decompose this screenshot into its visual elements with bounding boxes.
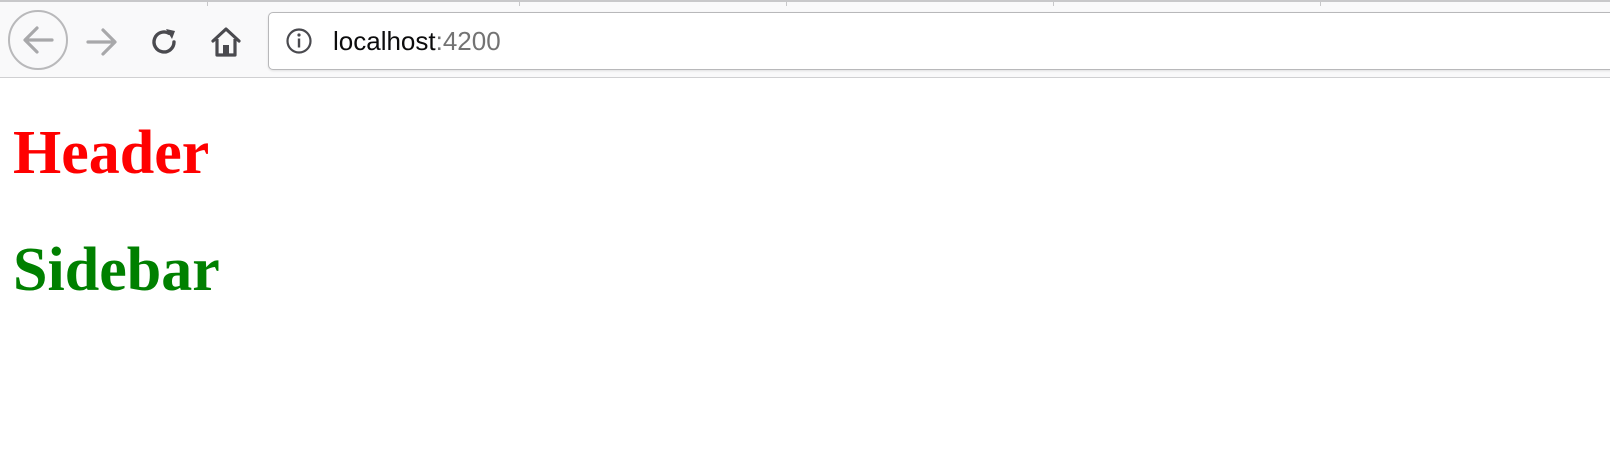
tab-divider bbox=[1320, 2, 1321, 6]
arrow-left-icon bbox=[23, 26, 54, 54]
home-button[interactable] bbox=[204, 20, 248, 64]
tab-divider bbox=[1053, 2, 1054, 6]
tab-divider bbox=[207, 2, 208, 6]
tab-strip-edge bbox=[0, 2, 1610, 6]
back-button[interactable] bbox=[8, 10, 68, 70]
browser-toolbar: localhost:4200 bbox=[0, 0, 1610, 78]
sidebar-heading: Sidebar bbox=[13, 236, 220, 304]
tab-divider bbox=[519, 2, 520, 6]
address-bar[interactable]: localhost:4200 bbox=[268, 12, 1610, 70]
url-port: :4200 bbox=[435, 26, 501, 56]
forward-button[interactable] bbox=[80, 22, 124, 62]
info-icon[interactable] bbox=[285, 27, 313, 55]
tab-divider bbox=[786, 2, 787, 6]
arrow-right-icon bbox=[86, 28, 117, 56]
url-text[interactable]: localhost:4200 bbox=[333, 26, 501, 56]
page-content: Header Sidebar bbox=[0, 78, 1610, 460]
reload-button[interactable] bbox=[142, 22, 186, 62]
home-icon bbox=[211, 27, 241, 57]
header-heading: Header bbox=[13, 119, 210, 187]
url-host: localhost bbox=[333, 26, 436, 56]
reload-icon bbox=[152, 29, 176, 54]
